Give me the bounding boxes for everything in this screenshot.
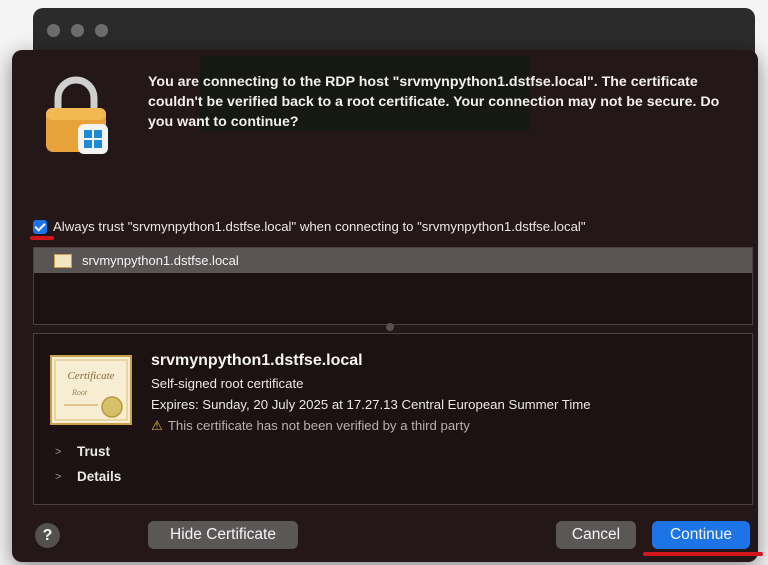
continue-button[interactable]: Continue <box>652 521 750 549</box>
certificate-warning: ⚠ This certificate has not been verified … <box>151 418 470 434</box>
annotation-underline-continue <box>643 552 763 556</box>
annotation-underline-checkbox <box>30 236 54 240</box>
certificate-image-title: Certificate <box>67 370 114 382</box>
cancel-button[interactable]: Cancel <box>556 521 636 549</box>
certificate-list-item[interactable]: srvmynpython1.dstfse.local <box>34 248 752 273</box>
certificate-warning-text: This certificate has not been verified b… <box>167 418 470 433</box>
always-trust-label: Always trust "srvmynpython1.dstfse.local… <box>53 219 586 234</box>
warning-icon: ⚠ <box>151 418 163 433</box>
details-section-label: Details <box>77 469 122 484</box>
certificate-expiry: Expires: Sunday, 20 July 2025 at 17.27.1… <box>151 397 591 412</box>
details-section-toggle[interactable]: > Details <box>55 469 121 484</box>
certificate-type: Self-signed root certificate <box>151 376 304 391</box>
zoom-window-button[interactable] <box>95 24 108 37</box>
certificate-list: srvmynpython1.dstfse.local <box>33 247 753 325</box>
background-window <box>33 8 755 56</box>
minimize-window-button[interactable] <box>71 24 84 37</box>
trust-section-toggle[interactable]: > Trust <box>55 444 110 459</box>
close-window-button[interactable] <box>47 24 60 37</box>
always-trust-checkbox[interactable] <box>33 219 47 234</box>
certificate-image-icon: Certificate Root <box>50 355 132 425</box>
certificate-list-item-label: srvmynpython1.dstfse.local <box>82 253 239 268</box>
screen: You are connecting to the RDP host "srvm… <box>0 0 768 565</box>
trust-section-label: Trust <box>77 444 111 459</box>
chevron-right-icon: > <box>55 470 62 483</box>
always-trust-row[interactable]: Always trust "srvmynpython1.dstfse.local… <box>33 219 586 234</box>
chevron-right-icon: > <box>55 445 62 458</box>
lock-windows-icon <box>46 76 108 154</box>
certificate-name: srvmynpython1.dstfse.local <box>151 352 363 369</box>
certificate-icon <box>54 253 72 268</box>
certificate-image-subtitle: Root <box>71 388 88 397</box>
help-button[interactable]: ? <box>35 523 60 548</box>
pane-splitter-handle[interactable] <box>386 323 394 331</box>
connection-warning-message: You are connecting to the RDP host "srvm… <box>148 74 720 130</box>
hide-certificate-button[interactable]: Hide Certificate <box>148 521 298 549</box>
